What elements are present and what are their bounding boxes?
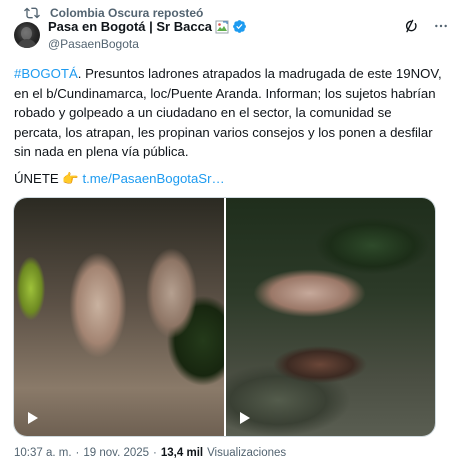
video-thumbnail-2[interactable] <box>225 198 435 436</box>
author-display-name[interactable]: Pasa en Bogotá | Sr Bacca <box>48 19 212 34</box>
meta-separator: · <box>75 447 80 459</box>
views-count: 13,4 mil <box>160 447 204 459</box>
telegram-link[interactable]: t.me/PasaenBogotaSr… <box>82 171 224 186</box>
tweet-time[interactable]: 10:37 a. m. <box>14 447 72 459</box>
pointing-hand-icon: 👉 <box>62 171 79 186</box>
top-actions <box>403 18 449 34</box>
verified-badge-icon <box>233 20 246 33</box>
tweet-text: #BOGOTÁ. Presuntos ladrones atrapados la… <box>14 64 442 162</box>
views-label: Visualizaciones <box>207 447 287 459</box>
grok-icon[interactable] <box>403 18 419 34</box>
tweet-date[interactable]: 19 nov. 2025 <box>83 447 149 459</box>
tweet-meta: 10:37 a. m. · 19 nov. 2025 · 13,4 mil Vi… <box>14 447 286 459</box>
author-handle[interactable]: @PasaenBogota <box>48 37 139 51</box>
join-line: ÚNETE 👉 t.me/PasaenBogotaSr… <box>14 169 225 188</box>
media-grid <box>13 197 436 437</box>
avatar[interactable] <box>14 22 40 48</box>
join-label: ÚNETE <box>14 171 59 186</box>
tweet-body: . Presuntos ladrones atrapados la madrug… <box>14 66 442 159</box>
hashtag-link[interactable]: #BOGOTÁ <box>14 66 78 81</box>
play-icon[interactable] <box>26 411 40 425</box>
video-thumbnail-1[interactable] <box>14 198 224 436</box>
broken-image-icon <box>215 20 229 34</box>
more-options-icon[interactable] <box>433 18 449 34</box>
author-name-row[interactable]: Pasa en Bogotá | Sr Bacca <box>48 19 247 34</box>
repost-label: Colombia Oscura reposteó <box>50 6 204 20</box>
meta-separator: · <box>153 447 157 459</box>
play-icon[interactable] <box>238 411 252 425</box>
repost-icon <box>24 7 40 19</box>
